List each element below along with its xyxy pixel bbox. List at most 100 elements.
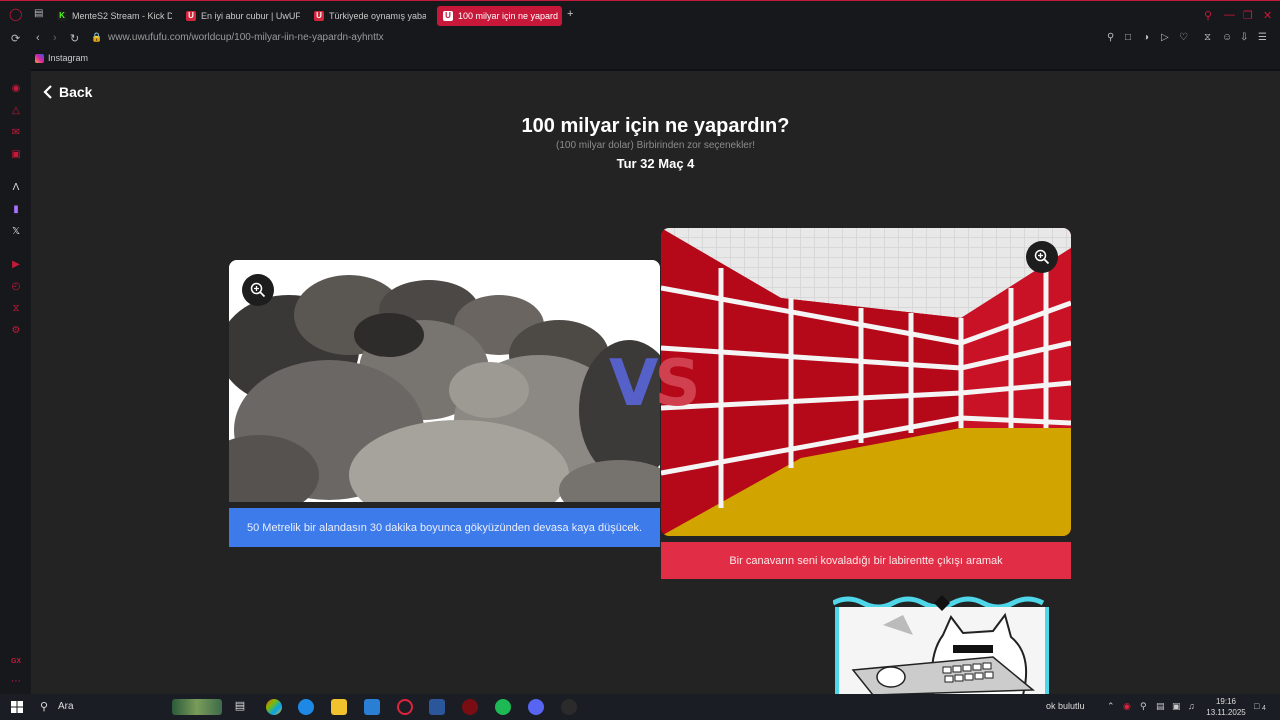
more-icon[interactable]: ⋯ xyxy=(10,676,22,688)
zoom-in-icon xyxy=(1034,249,1050,265)
discord-icon[interactable] xyxy=(528,699,544,715)
time: 19:16 xyxy=(1215,697,1237,706)
option-right-image[interactable] xyxy=(661,228,1071,536)
forward-arrow-icon[interactable]: › xyxy=(53,32,57,44)
vs-label: VS xyxy=(609,347,701,421)
back-button[interactable]: Back xyxy=(43,84,92,100)
zoom-left-button[interactable] xyxy=(242,274,274,306)
cat-keyboard-sticker xyxy=(833,595,1049,694)
tab-bar: ◯ ▤ K MenteS2 Stream - Kick D U En iyi a… xyxy=(0,0,1280,29)
search-icon[interactable]: ⚲ xyxy=(40,700,48,713)
pin-icon[interactable]: ⚲ xyxy=(1107,32,1114,43)
back-label: Back xyxy=(59,84,93,100)
display-icon[interactable]: ▣ xyxy=(1172,701,1181,712)
outlook-icon[interactable] xyxy=(429,699,445,715)
arc-icon[interactable]: Λ xyxy=(10,182,22,194)
file-explorer-icon[interactable] xyxy=(331,699,347,715)
uwufufu-icon: U xyxy=(186,11,196,21)
store-icon[interactable] xyxy=(364,699,380,715)
lock-icon[interactable]: 🔒 xyxy=(91,32,102,43)
reload-sidebar-icon[interactable]: ⟳ xyxy=(11,32,20,45)
history-icon[interactable]: ◴ xyxy=(10,281,22,293)
workspace-icon[interactable]: △ xyxy=(10,105,22,117)
restore-icon[interactable]: ❐ xyxy=(1243,9,1253,22)
tab-menu-icon[interactable]: ▤ xyxy=(34,8,43,19)
back-arrow-icon[interactable]: ‹ xyxy=(36,32,40,44)
weather-label[interactable]: ok bulutlu xyxy=(1046,701,1085,711)
tab-turkiye[interactable]: U Türkiyede oynamış yaban xyxy=(314,6,426,26)
rocks-image xyxy=(229,260,660,502)
new-tab-button[interactable]: + xyxy=(567,8,573,20)
account-icon[interactable]: ☺ xyxy=(1222,32,1232,43)
sidebar: ◉ △ ✉ ▣ Λ ▮ 𝕏 ▶ ◴ ⧖ ⚙ GX ⋯ xyxy=(0,69,31,694)
microphone-icon[interactable]: ⚲ xyxy=(1140,701,1147,712)
shield-icon[interactable]: ◑ xyxy=(1143,32,1149,43)
player-icon[interactable]: ▶ xyxy=(10,259,22,271)
option-left-caption[interactable]: 50 Metrelik bir alandasın 30 dakika boyu… xyxy=(229,508,660,547)
page-subtitle: (100 milyar dolar) Birbirinden zor seçen… xyxy=(556,140,755,151)
download-icon[interactable]: ⇩ xyxy=(1240,32,1248,43)
date: 13.11.2025 xyxy=(1206,708,1246,717)
tab-label: MenteS2 Stream - Kick D xyxy=(72,11,172,21)
opera-logo-icon[interactable]: ◯ xyxy=(9,7,22,21)
taskbar-search[interactable]: Ara xyxy=(58,701,74,712)
bookmarks-bar: Instagram xyxy=(0,49,1280,69)
chevron-left-icon xyxy=(43,85,52,99)
instagram-icon[interactable] xyxy=(35,54,44,63)
twitch-icon[interactable]: ▮ xyxy=(10,204,22,216)
opera-gx-icon[interactable] xyxy=(397,699,413,715)
tab-label: En iyi abur cubur | UwUF xyxy=(201,11,300,21)
extensions-icon[interactable]: ⧖ xyxy=(1204,32,1211,43)
obs-icon[interactable] xyxy=(561,699,577,715)
play-icon[interactable]: ▷ xyxy=(1161,32,1169,43)
tab-abur-cubur[interactable]: U En iyi abur cubur | UwUF xyxy=(186,6,300,26)
aria-icon[interactable]: ◉ xyxy=(10,83,22,95)
notification-icon[interactable]: □ xyxy=(1254,701,1259,711)
vs-v: V xyxy=(609,347,658,421)
windows-start-icon[interactable] xyxy=(11,701,23,713)
vs-s: S xyxy=(654,347,701,421)
copilot-icon[interactable] xyxy=(266,699,282,715)
tab-kick[interactable]: K MenteS2 Stream - Kick D xyxy=(57,6,172,26)
taskbar: ⚲ Ara ▤ ok bulutlu ⌃ ◉ ⚲ ▤ ▣ ♫ 19:16 13.… xyxy=(0,694,1280,720)
edge-icon[interactable] xyxy=(298,699,314,715)
extensions-sidebar-icon[interactable]: ⧖ xyxy=(10,303,22,315)
tab-100-milyar[interactable]: U 100 milyar için ne yapard xyxy=(437,6,562,26)
minimize-icon[interactable]: — xyxy=(1224,9,1235,21)
option-left-image[interactable] xyxy=(229,260,660,502)
menu-icon[interactable]: ☰ xyxy=(1258,32,1267,43)
spotify-icon[interactable] xyxy=(495,699,511,715)
brick-maze-image xyxy=(661,228,1071,536)
gx-icon[interactable]: GX xyxy=(10,656,22,668)
search-tabs-icon[interactable]: ⚲ xyxy=(1204,9,1212,22)
bookmark-instagram[interactable]: Instagram xyxy=(48,53,88,63)
x-icon[interactable]: 𝕏 xyxy=(10,226,22,238)
notification-count: 4 xyxy=(1262,705,1266,712)
search-highlight-image[interactable] xyxy=(172,699,222,715)
tab-label: Türkiyede oynamış yaban xyxy=(329,11,426,21)
network-icon[interactable]: ▤ xyxy=(1156,701,1165,712)
game-app-icon[interactable] xyxy=(462,699,478,715)
snapshot-icon[interactable]: □ xyxy=(1125,32,1131,43)
volume-icon[interactable]: ♫ xyxy=(1188,701,1195,711)
settings-icon[interactable]: ⚙ xyxy=(10,325,22,337)
task-view-icon[interactable]: ▤ xyxy=(232,699,248,715)
clock[interactable]: 19:16 13.11.2025 xyxy=(1204,696,1248,718)
close-window-icon[interactable]: ✕ xyxy=(1263,9,1272,22)
uwufufu-icon: U xyxy=(314,11,324,21)
page-title: 100 milyar için ne yapardın? xyxy=(521,115,790,137)
uwufufu-icon: U xyxy=(443,11,453,21)
page-content: Back 100 milyar için ne yapardın? (100 m… xyxy=(31,71,1280,694)
antivirus-icon[interactable]: ◉ xyxy=(1123,701,1131,712)
option-right-caption[interactable]: Bir canavarın seni kovaladığı bir labire… xyxy=(661,542,1071,579)
wallet-icon[interactable]: ▣ xyxy=(10,149,22,161)
heart-icon[interactable]: ♡ xyxy=(1179,32,1188,43)
kick-icon: K xyxy=(57,11,67,21)
address-bar: ⟳ ‹ › ↻ 🔒 www.uwufufu.com/worldcup/100-m… xyxy=(0,29,1280,49)
messenger-icon[interactable]: ✉ xyxy=(10,127,22,139)
zoom-right-button[interactable] xyxy=(1026,241,1058,273)
chevron-up-icon[interactable]: ⌃ xyxy=(1107,701,1115,712)
reload-icon[interactable]: ↻ xyxy=(70,32,79,45)
url-field[interactable]: www.uwufufu.com/worldcup/100-milyar-iin-… xyxy=(108,32,384,43)
tab-label: 100 milyar için ne yapard xyxy=(458,11,559,21)
